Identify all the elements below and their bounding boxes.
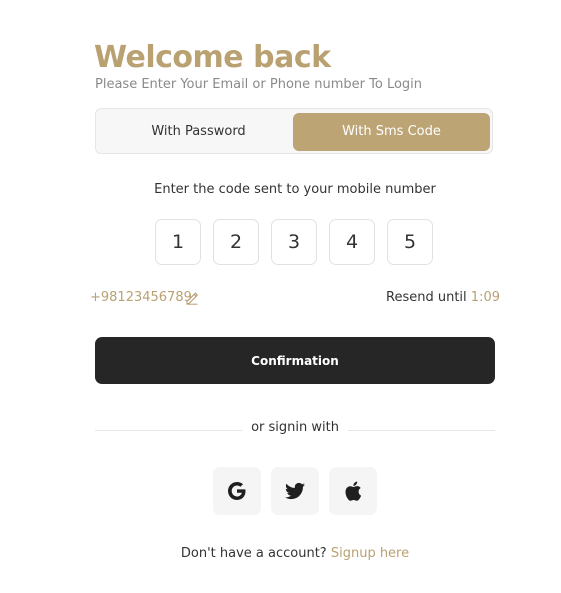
login-method-tabs: With Password With Sms Code <box>95 108 493 154</box>
page-subtitle: Please Enter Your Email or Phone number … <box>95 77 423 92</box>
pencil-icon[interactable] <box>185 290 199 305</box>
twitter-icon <box>284 482 305 500</box>
tab-with-sms-code[interactable]: With Sms Code <box>293 113 490 151</box>
google-signin-button[interactable] <box>213 467 261 515</box>
code-digit-2[interactable]: 2 <box>213 219 259 265</box>
apple-icon <box>345 481 362 501</box>
code-prompt: Enter the code sent to your mobile numbe… <box>154 182 436 197</box>
login-page: Welcome back Please Enter Your Email or … <box>0 0 561 593</box>
google-icon <box>228 482 246 500</box>
signup-row: Don't have a account? Signup here <box>0 545 561 563</box>
apple-signin-button[interactable] <box>329 467 377 515</box>
twitter-signin-button[interactable] <box>271 467 319 515</box>
page-title: Welcome back <box>94 40 331 75</box>
signup-prompt: Don't have a account? <box>180 546 327 561</box>
tab-with-password[interactable]: With Password <box>100 113 297 151</box>
code-digit-1[interactable]: 1 <box>155 219 201 265</box>
resend-timer: 1:09 <box>470 290 500 305</box>
divider-right <box>348 430 495 431</box>
code-digit-5[interactable]: 5 <box>387 219 433 265</box>
code-digit-4[interactable]: 4 <box>329 219 375 265</box>
confirmation-button[interactable]: Confirmation <box>95 337 495 384</box>
resend-row: Resend until 1:09 <box>386 289 500 307</box>
resend-label: Resend until <box>386 290 467 305</box>
phone-number: +98123456789 <box>90 290 192 305</box>
signup-link[interactable]: Signup here <box>331 546 409 561</box>
code-digit-3[interactable]: 3 <box>271 219 317 265</box>
divider-text: or signin with <box>251 420 339 435</box>
